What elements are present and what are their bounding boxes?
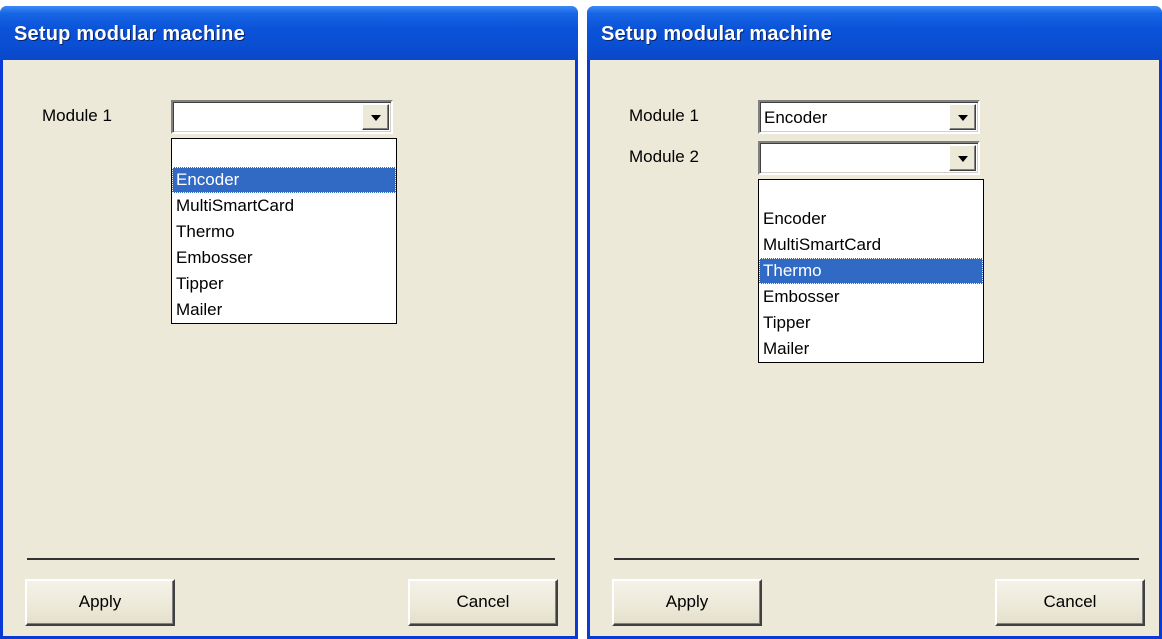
divider xyxy=(27,558,555,560)
dropdown-option[interactable]: Tipper xyxy=(759,310,983,336)
cancel-button[interactable]: Cancel xyxy=(995,579,1145,626)
module-2-label: Module 2 xyxy=(629,147,699,166)
module-2-dropdown-list: Encoder MultiSmartCard Thermo Embosser T… xyxy=(758,179,984,363)
apply-button[interactable]: Apply xyxy=(612,579,762,626)
window-title: Setup modular machine xyxy=(601,23,832,45)
module-2-dropdown-button[interactable] xyxy=(949,145,976,171)
apply-button[interactable]: Apply xyxy=(25,579,175,626)
dropdown-option[interactable]: Encoder xyxy=(759,206,983,232)
dropdown-option-empty[interactable] xyxy=(172,139,396,167)
chevron-down-icon xyxy=(371,115,381,121)
setup-dialog-1: Setup modular machine Module 1 Encoder M… xyxy=(0,6,578,639)
dropdown-spacer xyxy=(759,180,983,206)
module-1-label: Module 1 xyxy=(42,106,112,125)
module-1-value: Encoder xyxy=(764,108,828,127)
window-title: Setup modular machine xyxy=(14,23,245,45)
dialog-body: Module 1 Encoder MultiSmartCard Thermo E… xyxy=(3,60,575,636)
cancel-button[interactable]: Cancel xyxy=(408,579,558,626)
dropdown-option[interactable]: MultiSmartCard xyxy=(759,232,983,258)
module-1-dropdown-button[interactable] xyxy=(362,104,389,130)
dialog-body: Module 1 Encoder Module 2 Encoder MultiS… xyxy=(590,60,1159,636)
module-1-combobox[interactable] xyxy=(171,100,393,134)
dropdown-option[interactable]: Tipper xyxy=(172,271,396,297)
chevron-down-icon xyxy=(958,156,968,162)
dropdown-option[interactable]: Embosser xyxy=(172,245,396,271)
module-1-dropdown-button[interactable] xyxy=(949,104,976,130)
dropdown-option[interactable]: MultiSmartCard xyxy=(172,193,396,219)
module-1-combobox[interactable]: Encoder xyxy=(758,100,980,134)
dropdown-option[interactable]: Embosser xyxy=(759,284,983,310)
setup-dialog-2: Setup modular machine Module 1 Encoder M… xyxy=(587,6,1162,639)
module-2-combobox[interactable] xyxy=(758,141,980,175)
dropdown-option[interactable]: Encoder xyxy=(172,167,396,193)
module-1-dropdown-list: Encoder MultiSmartCard Thermo Embosser T… xyxy=(171,138,397,324)
title-bar[interactable]: Setup modular machine xyxy=(0,6,578,60)
chevron-down-icon xyxy=(958,115,968,121)
dropdown-option[interactable]: Mailer xyxy=(172,297,396,323)
dropdown-option[interactable]: Thermo xyxy=(172,219,396,245)
module-1-label: Module 1 xyxy=(629,106,699,125)
dropdown-option[interactable]: Thermo xyxy=(759,258,983,284)
divider xyxy=(614,558,1139,560)
title-bar[interactable]: Setup modular machine xyxy=(587,6,1162,60)
dropdown-option[interactable]: Mailer xyxy=(759,336,983,362)
